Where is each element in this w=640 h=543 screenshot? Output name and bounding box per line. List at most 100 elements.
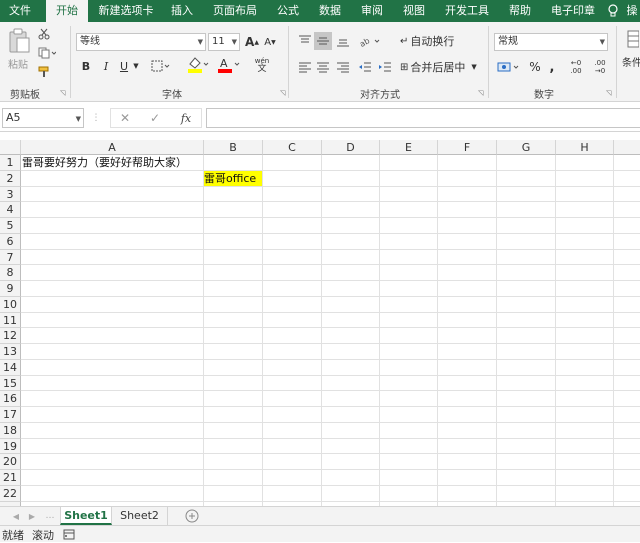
row-header-2[interactable]: 2	[0, 170, 21, 187]
phonetic-button[interactable]: wén 文	[250, 55, 274, 75]
tab-help[interactable]: 帮助	[502, 0, 538, 22]
cut-icon[interactable]	[36, 26, 52, 42]
column-header-partial[interactable]	[614, 140, 640, 155]
tab-operate[interactable]: 操	[624, 0, 640, 22]
row-header-11[interactable]: 11	[0, 312, 21, 329]
row-header-15[interactable]: 15	[0, 375, 21, 392]
row-header-1[interactable]: 1	[0, 155, 21, 171]
font-name-select[interactable]: 等线 ▼	[76, 33, 206, 51]
percent-button[interactable]: %	[528, 58, 542, 76]
insert-function-icon[interactable]: fx	[176, 110, 196, 126]
drag-handle-icon[interactable]: ⋮	[92, 110, 101, 126]
paste-button[interactable]: 粘贴	[4, 56, 32, 71]
row-header-4[interactable]: 4	[0, 202, 21, 218]
cell-a1[interactable]: 雷哥要好努力（要好好帮助大家）	[22, 155, 187, 170]
alignment-launcher-icon[interactable]: ◹	[478, 89, 483, 97]
font-color-button[interactable]: A	[216, 55, 242, 75]
column-header-b[interactable]: B	[204, 140, 263, 155]
sheet-tab-sheet1[interactable]: Sheet1	[60, 507, 112, 525]
align-left-icon[interactable]	[296, 58, 314, 76]
align-right-icon[interactable]	[334, 58, 352, 76]
row-header-6[interactable]: 6	[0, 233, 21, 250]
tab-data[interactable]: 数据	[312, 0, 348, 22]
cell-b2[interactable]: 雷哥office	[204, 170, 262, 186]
font-size-select[interactable]: 11 ▼	[208, 33, 240, 51]
increase-indent-icon[interactable]	[376, 58, 394, 76]
sheet-nav-more-icon[interactable]: …	[46, 509, 55, 523]
font-launcher-icon[interactable]: ◹	[280, 89, 285, 97]
decrease-decimal-button[interactable]: .00 →0	[590, 58, 610, 76]
fill-color-icon[interactable]	[186, 55, 210, 75]
comma-button[interactable]: ,	[546, 58, 558, 76]
column-header-g[interactable]: G	[497, 140, 556, 155]
row-header-9[interactable]: 9	[0, 281, 21, 297]
underline-button[interactable]: U	[116, 57, 132, 75]
tab-e-seal[interactable]: 电子印章	[544, 0, 602, 22]
row-header-17[interactable]: 17	[0, 407, 21, 423]
border-icon[interactable]	[150, 57, 172, 75]
column-header-d[interactable]: D	[322, 140, 380, 155]
merge-center-button[interactable]: ⊞ 合并后居中 ▼	[400, 58, 484, 76]
tab-file[interactable]: 文件	[0, 0, 40, 22]
sheet-nav-prev-icon[interactable]: ◀	[10, 509, 22, 523]
align-center-icon[interactable]	[314, 58, 332, 76]
tab-home[interactable]: 开始	[46, 0, 88, 22]
row-header-18[interactable]: 18	[0, 422, 21, 439]
row-header-12[interactable]: 12	[0, 328, 21, 344]
conditional-format-icon[interactable]	[626, 26, 640, 52]
lightbulb-icon[interactable]	[606, 0, 620, 22]
tab-insert[interactable]: 插入	[164, 0, 200, 22]
row-header-20[interactable]: 20	[0, 454, 21, 470]
chevron-down-icon[interactable]: ▼	[132, 57, 140, 75]
sheet-nav-next-icon[interactable]: ▶	[26, 509, 38, 523]
conditional-format-button[interactable]: 条件	[622, 54, 640, 69]
macro-record-icon[interactable]	[62, 528, 76, 541]
enter-icon[interactable]: ✓	[146, 110, 164, 126]
tab-page-layout[interactable]: 页面布局	[206, 0, 264, 22]
row-header-5[interactable]: 5	[0, 218, 21, 234]
align-bottom-icon[interactable]	[334, 32, 352, 50]
cancel-icon[interactable]: ✕	[116, 110, 134, 126]
column-header-h[interactable]: H	[556, 140, 614, 155]
align-middle-icon[interactable]	[314, 32, 332, 50]
sheet-tab-sheet2[interactable]: Sheet2	[112, 507, 168, 525]
align-top-icon[interactable]	[296, 32, 314, 50]
orientation-icon[interactable]: ab	[358, 32, 382, 50]
row-header-21[interactable]: 21	[0, 470, 21, 486]
tab-formulas[interactable]: 公式	[270, 0, 306, 22]
number-format-select[interactable]: 常规 ▼	[494, 33, 608, 51]
column-header-c[interactable]: C	[263, 140, 322, 155]
accounting-format-icon[interactable]	[496, 58, 522, 76]
row-header-8[interactable]: 8	[0, 265, 21, 281]
bold-button[interactable]: B	[78, 57, 94, 75]
row-header-16[interactable]: 16	[0, 391, 21, 407]
column-header-a[interactable]: A	[21, 140, 204, 155]
tab-new[interactable]: 新建选项卡	[94, 0, 158, 22]
name-box[interactable]: A5 ▼	[2, 108, 84, 128]
grow-font-button[interactable]: A ▲	[244, 33, 260, 51]
italic-button[interactable]: I	[98, 57, 114, 75]
row-header-22[interactable]: 22	[0, 485, 21, 502]
row-header-3[interactable]: 3	[0, 186, 21, 203]
copy-icon[interactable]	[36, 45, 58, 61]
column-header-f[interactable]: F	[438, 140, 497, 155]
tab-developer[interactable]: 开发工具	[438, 0, 496, 22]
increase-decimal-button[interactable]: ←0.00	[566, 58, 586, 76]
tab-view[interactable]: 视图	[396, 0, 432, 22]
select-all-corner[interactable]	[0, 140, 21, 155]
format-painter-icon[interactable]	[36, 64, 52, 80]
formula-input[interactable]	[206, 108, 640, 128]
row-header-7[interactable]: 7	[0, 249, 21, 266]
row-header-14[interactable]: 14	[0, 359, 21, 376]
worksheet-grid[interactable]: A B C D E F G H 1 2 3 4 5 6 7 8 9 10 11 12 13 14 15 16 1…	[0, 140, 640, 506]
clipboard-launcher-icon[interactable]: ◹	[60, 89, 65, 97]
row-header-10[interactable]: 10	[0, 296, 21, 313]
column-header-e[interactable]: E	[380, 140, 438, 155]
add-sheet-icon[interactable]	[184, 509, 200, 523]
paste-icon[interactable]	[6, 26, 32, 56]
row-header-19[interactable]: 19	[0, 438, 21, 455]
number-launcher-icon[interactable]: ◹	[606, 89, 611, 97]
wrap-text-button[interactable]: ↵ 自动换行	[400, 32, 462, 50]
decrease-indent-icon[interactable]	[356, 58, 374, 76]
shrink-font-button[interactable]: A ▼	[262, 33, 278, 51]
